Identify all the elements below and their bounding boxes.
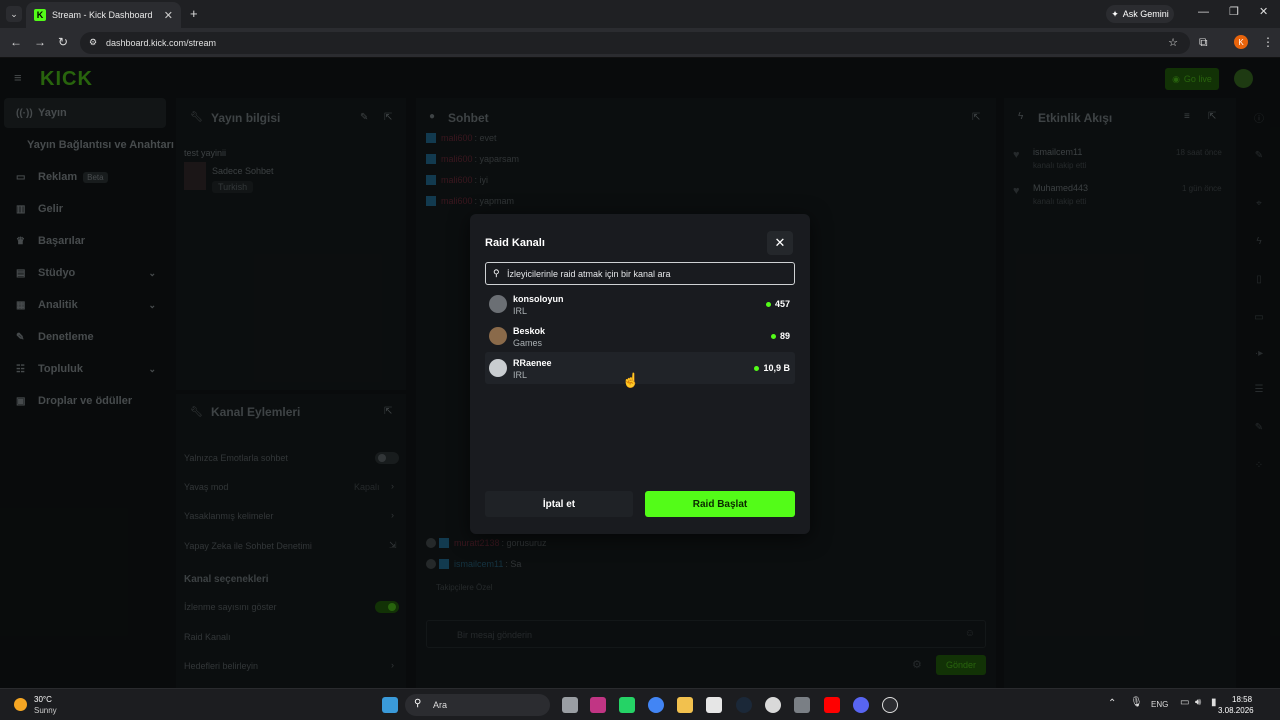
clock-date[interactable]: 3.08.2026 — [1218, 706, 1254, 715]
modal-title: Raid Kanalı — [485, 237, 545, 249]
cancel-button[interactable]: İptal et — [485, 491, 633, 517]
url-field[interactable]: ⚙ dashboard.kick.com/stream ☆ — [80, 32, 1190, 54]
profile-avatar[interactable]: K — [1234, 35, 1248, 49]
chatgpt-icon[interactable] — [765, 697, 781, 713]
store-icon[interactable] — [706, 697, 722, 713]
modal-close-button[interactable]: ✕ — [767, 231, 793, 255]
discord-icon[interactable] — [853, 697, 869, 713]
weather-temp[interactable]: 30°C — [34, 695, 52, 704]
close-icon: ✕ — [774, 235, 786, 250]
channel-search-input[interactable] — [507, 265, 787, 282]
browser-tab-bar: ⌄ K Stream - Kick Dashboard ✕ + ✦ Ask Ge… — [0, 0, 1280, 28]
bookmark-star-icon[interactable]: ☆ — [1168, 36, 1178, 49]
channel-name: RRaenee — [513, 358, 552, 368]
viewer-count-value: 457 — [774, 299, 790, 309]
viewer-count-value: 89 — [779, 331, 790, 341]
browser-menu-icon[interactable]: ⋮ — [1262, 35, 1274, 49]
channel-name: Beskok — [513, 326, 546, 336]
channel-category: IRL — [513, 306, 528, 316]
viewer-count: 89 — [770, 331, 790, 341]
minimize-icon[interactable]: — — [1198, 6, 1209, 18]
windows-start-icon[interactable] — [382, 697, 398, 713]
forward-icon[interactable]: → — [34, 35, 46, 49]
viewer-count-value: 10,9 B — [763, 363, 790, 373]
whatsapp-icon[interactable] — [619, 697, 635, 713]
address-bar-row: ← → ↻ ⚙ dashboard.kick.com/stream ☆ ⧉ K … — [0, 28, 1280, 58]
channel-category: IRL — [513, 370, 528, 380]
file-explorer-icon[interactable] — [562, 697, 578, 713]
maximize-icon[interactable]: ❐ — [1229, 5, 1239, 18]
raid-channel-modal: Raid Kanalı ✕ ⚲ konsoloyun IRL 457 Besko… — [470, 214, 810, 534]
reload-icon[interactable]: ↻ — [58, 35, 68, 49]
youtube-icon[interactable] — [824, 697, 840, 713]
steam-icon[interactable] — [736, 697, 752, 713]
back-icon[interactable]: ← — [10, 35, 22, 49]
channel-row[interactable]: Beskok Games 89 — [485, 320, 795, 352]
tab-title: Stream - Kick Dashboard — [52, 10, 153, 20]
mic-icon[interactable]: 🎙︎ — [1130, 697, 1143, 708]
channel-name: konsoloyun — [513, 294, 564, 304]
search-icon: ⚲ — [414, 698, 422, 709]
windows-taskbar: 30°C Sunny ⚲ Ara ⌃ 🎙︎ ENG ▭ 🔊︎ ▮ 18:58 3… — [0, 688, 1280, 720]
url-text: dashboard.kick.com/stream — [106, 38, 217, 48]
live-dot-icon — [770, 333, 776, 339]
language-indicator[interactable]: ENG — [1151, 700, 1168, 709]
kick-favicon-icon: K — [34, 9, 46, 21]
obs-icon[interactable] — [882, 697, 898, 713]
site-info-icon[interactable]: ⚙ — [89, 37, 97, 48]
network-icon[interactable]: ▭ — [1180, 697, 1189, 708]
live-dot-icon — [754, 365, 760, 371]
clock-time[interactable]: 18:58 — [1232, 695, 1252, 704]
new-tab-icon[interactable]: + — [190, 6, 198, 21]
channel-category: Games — [513, 338, 543, 348]
channel-row[interactable]: konsoloyun IRL 457 — [485, 288, 795, 320]
chevron-up-icon[interactable]: ⌃ — [1108, 698, 1116, 709]
battery-icon[interactable]: ▮ — [1211, 697, 1217, 708]
viewer-count: 457 — [765, 299, 790, 309]
tab-list-icon[interactable]: ⌄ — [6, 6, 22, 22]
chrome-icon[interactable] — [648, 697, 664, 713]
ask-gemini-button[interactable]: ✦ Ask Gemini — [1106, 5, 1174, 23]
gemini-icon: ✦ — [1111, 8, 1119, 19]
instagram-icon[interactable] — [590, 697, 606, 713]
viewer-count: 10,9 B — [754, 363, 790, 373]
extensions-icon[interactable]: ⧉ — [1199, 35, 1208, 50]
live-dot-icon — [765, 301, 771, 307]
channel-avatar — [489, 327, 507, 345]
channel-row[interactable]: RRaenee IRL 10,9 B — [485, 352, 795, 384]
taskbar-search[interactable]: ⚲ Ara — [405, 694, 550, 716]
hand-cursor-icon: ☝ — [622, 372, 640, 388]
ask-gemini-label: Ask Gemini — [1122, 9, 1169, 19]
folder-icon[interactable] — [677, 697, 693, 713]
channel-avatar — [489, 295, 507, 313]
channel-avatar — [489, 359, 507, 377]
window-close-icon[interactable]: ✕ — [1259, 5, 1268, 18]
weather-desc: Sunny — [34, 706, 57, 715]
volume-icon[interactable]: 🔊︎ — [1195, 697, 1201, 708]
taskbar-search-label: Ara — [433, 700, 448, 710]
channel-search-field[interactable]: ⚲ — [485, 262, 795, 285]
tab-close-icon[interactable]: ✕ — [164, 9, 173, 22]
sun-icon — [14, 698, 27, 711]
camera-icon[interactable] — [794, 697, 810, 713]
browser-tab[interactable]: K Stream - Kick Dashboard ✕ — [26, 2, 181, 28]
search-icon: ⚲ — [493, 268, 500, 278]
start-raid-button[interactable]: Raid Başlat — [645, 491, 795, 517]
